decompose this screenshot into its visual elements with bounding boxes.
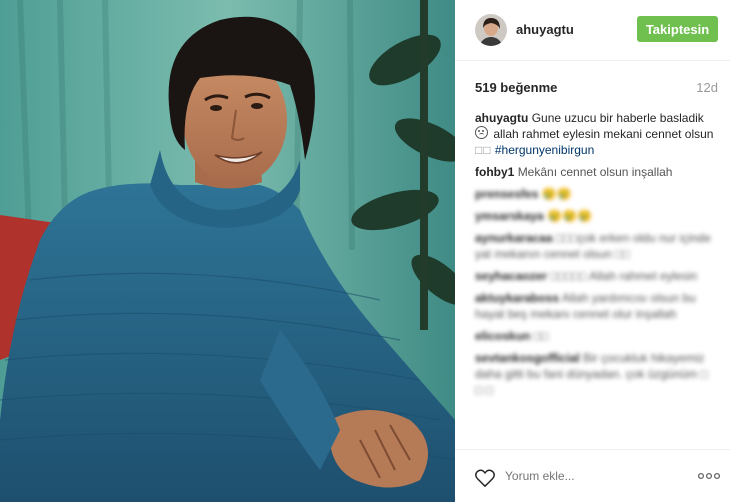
comment-username[interactable]: prensesfes	[475, 187, 538, 201]
comment-text: □□	[533, 329, 549, 343]
comment-text: 😢😢	[541, 187, 572, 201]
instagram-post: ahuyagtu Takiptesin 519 beğenme 12d ahuy…	[0, 0, 730, 502]
avatar[interactable]	[475, 14, 507, 46]
comment-item: sevtankosgofficial Bir çocukluk hikayemi…	[475, 350, 718, 398]
post-sidebar: ahuyagtu Takiptesin 519 beğenme 12d ahuy…	[455, 0, 730, 502]
post-header: ahuyagtu Takiptesin	[455, 0, 730, 61]
comment-text: □□□□□ Allah rahmet eylesin	[550, 269, 698, 283]
comment-item: prensesfes 😢😢	[475, 186, 718, 202]
comment-username[interactable]: sevtankosgofficial	[475, 351, 580, 365]
heart-icon[interactable]	[474, 468, 496, 488]
comment-list: ahuyagtu Gune uzucu bir haberle basladik…	[475, 110, 718, 404]
comment-item: fohby1 Mekânı cennet olsun inşallah	[475, 164, 718, 180]
comment-username[interactable]: seyhacaozer	[475, 269, 547, 283]
comment-item: ymsarskaya 😢😢😢	[475, 208, 718, 224]
comment-text: Mekânı cennet olsun inşallah	[517, 165, 673, 179]
caption-hashtag[interactable]: #hergunyenibirgun	[495, 143, 594, 157]
comment-item: elicoskun □□	[475, 328, 718, 344]
caption: ahuyagtu Gune uzucu bir haberle basladik…	[475, 110, 718, 158]
comment-item: aktuykaraboss Allah yardımcısı olsun bu …	[475, 290, 718, 322]
post-photo[interactable]	[0, 0, 455, 502]
follow-button[interactable]: Takiptesin	[637, 16, 718, 42]
more-options-icon[interactable]	[698, 472, 720, 480]
comment-text: 😢😢😢	[547, 209, 592, 223]
comment-username[interactable]: aynurkaracaa	[475, 231, 552, 245]
header-username[interactable]: ahuyagtu	[516, 22, 574, 37]
comment-username[interactable]: ymsarskaya	[475, 209, 544, 223]
comment-username[interactable]: aktuykaraboss	[475, 291, 559, 305]
likes-count[interactable]: 519 beğenme	[475, 80, 557, 95]
caption-username[interactable]: ahuyagtu	[475, 111, 528, 125]
post-footer	[455, 449, 730, 503]
sad-face-icon	[475, 126, 488, 139]
comment-item: seyhacaozer □□□□□ Allah rahmet eylesin	[475, 268, 718, 284]
comment-item: aynurkaracaa □□□çok erken oldu nur içind…	[475, 230, 718, 262]
add-comment-input[interactable]	[505, 469, 655, 483]
comment-username[interactable]: fohby1	[475, 165, 514, 179]
photo-illustration	[0, 0, 455, 502]
comment-username[interactable]: elicoskun	[475, 329, 530, 343]
post-age: 12d	[696, 80, 718, 95]
caption-text-1: Gune uzucu bir haberle basladik	[531, 111, 704, 125]
caption-emoji-boxes: □□	[475, 143, 492, 157]
caption-text-2: allah rahmet eylesin mekani cennet olsun	[493, 127, 714, 141]
avatar-image	[475, 14, 507, 46]
likes-row: 519 beğenme 12d	[475, 80, 718, 96]
